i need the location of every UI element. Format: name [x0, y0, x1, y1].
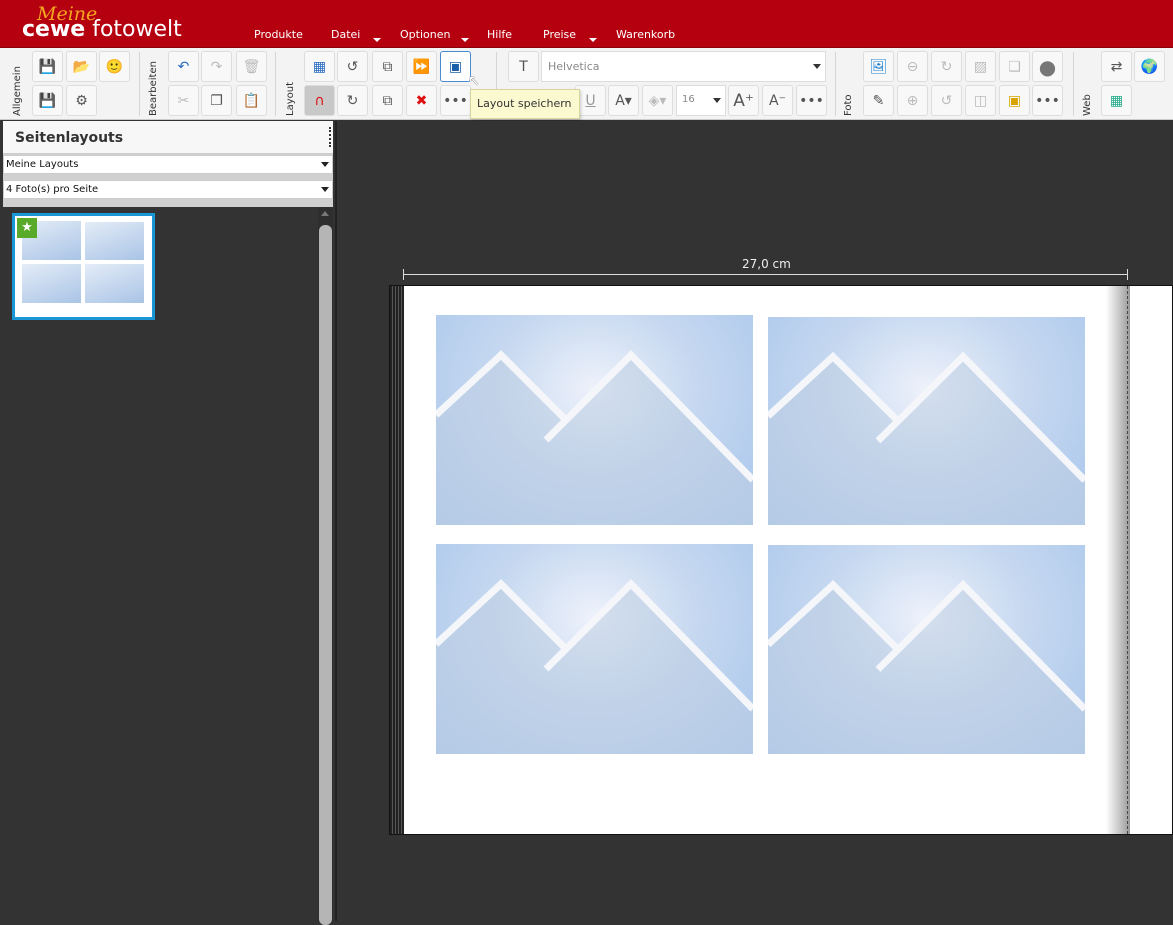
mountain-icon — [436, 579, 753, 754]
social-import-icon[interactable]: ⇄ — [1101, 51, 1132, 82]
save-as-icon[interactable]: 💾 — [32, 85, 63, 116]
rotate-back-icon[interactable]: ↺ — [931, 85, 962, 116]
menu-hilfe[interactable]: Hilfe — [487, 28, 512, 41]
chevron-down-icon[interactable] — [589, 38, 597, 42]
width-dimension-line — [403, 274, 1127, 275]
mirror-icon[interactable]: ◫ — [965, 85, 996, 116]
undo-icon[interactable]: ↶ — [168, 51, 199, 82]
menu-preise[interactable]: Preise — [543, 28, 576, 41]
group-label-layout: Layout — [285, 82, 296, 116]
rotate-right-icon[interactable]: ↻ — [337, 85, 368, 116]
add-text-icon[interactable]: T — [508, 51, 539, 82]
chevron-down-icon[interactable] — [321, 187, 329, 192]
photo-placeholder[interactable] — [768, 545, 1085, 754]
star-icon: ★ — [17, 218, 37, 238]
send-backward-icon[interactable]: ⧉ — [372, 51, 403, 82]
width-dimension-label: 27,0 cm — [742, 257, 791, 271]
menu-optionen[interactable]: Optionen — [400, 28, 450, 41]
more-text-button[interactable]: ••• — [796, 85, 827, 116]
redeye-icon[interactable]: ● — [1032, 51, 1063, 82]
save-layout-icon[interactable]: ▣ — [440, 51, 471, 82]
panel-scrollbar[interactable] — [318, 207, 333, 925]
layout-category-select[interactable]: Meine Layouts — [3, 155, 333, 174]
magnet-icon[interactable]: ∩ — [304, 85, 335, 116]
mountain-icon — [436, 350, 753, 525]
redo-icon[interactable]: ↷ — [201, 51, 232, 82]
font-grow-icon[interactable]: A⁺ — [728, 85, 759, 116]
photo-placeholder[interactable] — [768, 317, 1085, 525]
apply-layout-icon[interactable]: ⏩ — [406, 51, 437, 82]
layout-thumbnail[interactable]: ★ — [12, 213, 155, 320]
web-grid-icon[interactable]: ▦ — [1101, 85, 1132, 116]
chevron-down-icon[interactable] — [713, 98, 721, 103]
bring-forward-icon[interactable]: ⧉ — [372, 85, 403, 116]
chevron-down-icon[interactable] — [373, 38, 381, 42]
rotate-photo-icon[interactable]: ↻ — [931, 51, 962, 82]
chevron-down-icon[interactable] — [813, 64, 821, 69]
photo-placeholder[interactable] — [436, 315, 753, 525]
mountain-icon — [768, 579, 1085, 754]
mountain-icon — [768, 351, 1085, 525]
globe-icon[interactable]: 🌍 — [1134, 51, 1165, 82]
photo-effects-icon[interactable]: ▨ — [965, 51, 996, 82]
chevron-down-icon[interactable] — [321, 162, 329, 167]
group-label-bearbeiten: Bearbeiten — [148, 61, 159, 116]
shadow-icon[interactable]: ❑ — [999, 51, 1030, 82]
tooltip: Layout speichern — [470, 89, 580, 119]
group-label-allgemein: Allgemein — [12, 66, 23, 116]
chevron-down-icon[interactable] — [461, 38, 469, 42]
menu-warenkorb[interactable]: Warenkorb — [616, 28, 675, 41]
more-layout-button[interactable]: ••• — [440, 85, 471, 116]
font-shrink-icon[interactable]: A⁻ — [762, 85, 793, 116]
delete-layout-icon[interactable]: ✖ — [406, 85, 437, 116]
save-icon[interactable]: 💾 — [32, 51, 63, 82]
photo-placeholder[interactable] — [436, 544, 753, 754]
menu-produkte[interactable]: Produkte — [254, 28, 303, 41]
menu-datei[interactable]: Datei — [331, 28, 360, 41]
title-bar: Meine cewe fotowelt Produkte Datei Optio… — [0, 0, 1173, 48]
mouse-cursor-icon: ↖ — [468, 73, 480, 89]
cut-icon[interactable]: ✂ — [168, 85, 199, 116]
drag-handle[interactable] — [329, 127, 331, 147]
gear-icon[interactable]: ⚙ — [66, 85, 97, 116]
photos-per-page-select[interactable]: 4 Foto(s) pro Seite — [3, 180, 333, 199]
copy-icon[interactable]: ❐ — [201, 85, 232, 116]
zoom-out-icon[interactable]: ⊖ — [897, 51, 928, 82]
add-photo-icon[interactable]: 🖼 — [863, 51, 894, 82]
more-photo-button[interactable]: ••• — [1032, 85, 1063, 116]
paste-icon[interactable]: 📋 — [236, 85, 267, 116]
group-label-foto: Foto — [843, 94, 854, 116]
font-size-select[interactable]: 16 — [676, 85, 726, 116]
export-icon[interactable]: 📂 — [66, 51, 97, 82]
scroll-up-icon[interactable] — [321, 211, 329, 216]
text-color-icon[interactable]: A▾ — [608, 85, 639, 116]
frame-icon[interactable]: ▣ — [999, 85, 1030, 116]
fill-color-icon[interactable]: ◈▾ — [642, 85, 673, 116]
trash-icon[interactable]: 🗑 — [236, 51, 267, 82]
group-label-web: Web — [1082, 94, 1093, 116]
grid-icon[interactable]: ▦ — [304, 51, 335, 82]
panel-title: Seitenlayouts — [15, 130, 124, 146]
avatar-assistant-icon[interactable]: 🙂 — [99, 51, 130, 82]
page-fold-line — [1127, 286, 1128, 834]
rotate-left-icon[interactable]: ↺ — [337, 51, 368, 82]
font-select[interactable]: Helvetica — [541, 51, 826, 82]
edit-photo-icon[interactable]: ✎ — [863, 85, 894, 116]
zoom-in-icon[interactable]: ⊕ — [897, 85, 928, 116]
